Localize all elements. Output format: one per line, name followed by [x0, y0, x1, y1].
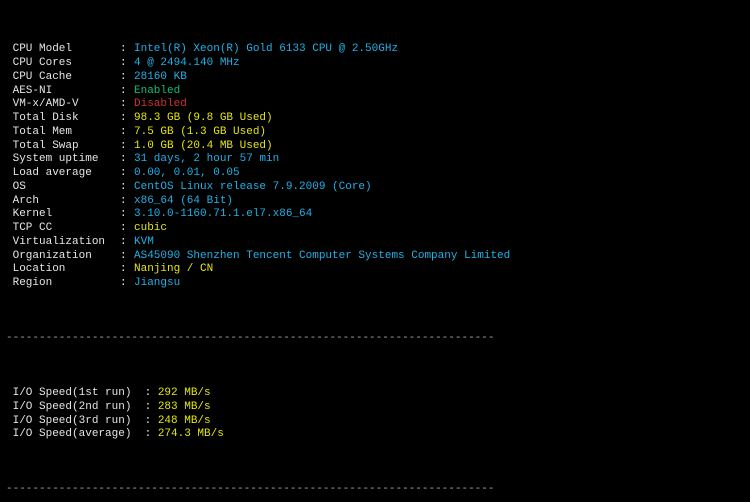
colon: : — [120, 208, 134, 222]
io-value: 292 MB/s — [158, 387, 211, 401]
info-label: Total Swap — [6, 140, 120, 154]
info-label: CPU Model — [6, 43, 120, 57]
info-row: System uptime : 31 days, 2 hour 57 min — [6, 153, 744, 167]
colon: : — [120, 263, 134, 277]
io-row: I/O Speed(3rd run) : 248 MB/s — [6, 415, 744, 429]
info-row: Total Swap : 1.0 GB (20.4 MB Used) — [6, 140, 744, 154]
colon: : — [120, 195, 134, 209]
info-value: CentOS Linux release 7.9.2009 (Core) — [134, 181, 372, 195]
colon: : — [120, 126, 134, 140]
colon: : — [120, 277, 134, 291]
info-row: Total Mem : 7.5 GB (1.3 GB Used) — [6, 126, 744, 140]
info-label: Total Mem — [6, 126, 120, 140]
io-label: I/O Speed(average) — [6, 428, 145, 442]
info-value: Nanjing / CN — [134, 263, 213, 277]
info-value: 4 @ 2494.140 MHz — [134, 57, 240, 71]
info-row: Arch : x86_64 (64 Bit) — [6, 195, 744, 209]
io-label: I/O Speed(3rd run) — [6, 415, 145, 429]
info-value: 98.3 GB (9.8 GB Used) — [134, 112, 273, 126]
io-label: I/O Speed(1st run) — [6, 387, 145, 401]
info-label: Virtualization — [6, 236, 120, 250]
info-label: CPU Cores — [6, 57, 120, 71]
info-label: Location — [6, 263, 120, 277]
colon: : — [120, 112, 134, 126]
info-value: Intel(R) Xeon(R) Gold 6133 CPU @ 2.50GHz — [134, 43, 398, 57]
info-row: Total Disk : 98.3 GB (9.8 GB Used) — [6, 112, 744, 126]
info-row: CPU Model : Intel(R) Xeon(R) Gold 6133 C… — [6, 43, 744, 57]
colon: : — [120, 71, 134, 85]
colon: : — [145, 428, 158, 442]
info-label: AES-NI — [6, 85, 120, 99]
colon: : — [145, 415, 158, 429]
info-value: x86_64 (64 Bit) — [134, 195, 233, 209]
info-value: 7.5 GB (1.3 GB Used) — [134, 126, 266, 140]
colon: : — [120, 181, 134, 195]
info-label: Kernel — [6, 208, 120, 222]
info-label: Total Disk — [6, 112, 120, 126]
system-info-block: CPU Model : Intel(R) Xeon(R) Gold 6133 C… — [6, 43, 744, 291]
info-value: 1.0 GB (20.4 MB Used) — [134, 140, 273, 154]
colon: : — [120, 140, 134, 154]
colon: : — [120, 167, 134, 181]
io-row: I/O Speed(average) : 274.3 MB/s — [6, 428, 744, 442]
info-label: VM-x/AMD-V — [6, 98, 120, 112]
io-speed-block: I/O Speed(1st run) : 292 MB/s I/O Speed(… — [6, 387, 744, 442]
colon: : — [120, 236, 134, 250]
io-value: 274.3 MB/s — [158, 428, 224, 442]
info-row: Virtualization : KVM — [6, 236, 744, 250]
io-value: 248 MB/s — [158, 415, 211, 429]
info-row: Location : Nanjing / CN — [6, 263, 744, 277]
info-row: VM-x/AMD-V : Disabled — [6, 98, 744, 112]
info-label: TCP CC — [6, 222, 120, 236]
io-label: I/O Speed(2nd run) — [6, 401, 145, 415]
info-value: 28160 KB — [134, 71, 187, 85]
info-row: Load average : 0.00, 0.01, 0.05 — [6, 167, 744, 181]
colon: : — [120, 250, 134, 264]
info-label: Region — [6, 277, 120, 291]
info-row: Region : Jiangsu — [6, 277, 744, 291]
info-row: TCP CC : cubic — [6, 222, 744, 236]
info-label: OS — [6, 181, 120, 195]
io-row: I/O Speed(1st run) : 292 MB/s — [6, 387, 744, 401]
terminal-output: CPU Model : Intel(R) Xeon(R) Gold 6133 C… — [0, 0, 750, 502]
divider: ----------------------------------------… — [6, 332, 744, 346]
info-value: Enabled — [134, 85, 180, 99]
info-row: Kernel : 3.10.0-1160.71.1.el7.x86_64 — [6, 208, 744, 222]
info-label: System uptime — [6, 153, 120, 167]
colon: : — [120, 222, 134, 236]
colon: : — [120, 43, 134, 57]
info-value: cubic — [134, 222, 167, 236]
info-value: Jiangsu — [134, 277, 180, 291]
info-value: 31 days, 2 hour 57 min — [134, 153, 279, 167]
info-label: Arch — [6, 195, 120, 209]
colon: : — [145, 387, 158, 401]
info-row: AES-NI : Enabled — [6, 85, 744, 99]
info-label: Load average — [6, 167, 120, 181]
info-label: Organization — [6, 250, 120, 264]
colon: : — [120, 153, 134, 167]
info-value: Disabled — [134, 98, 187, 112]
info-value: KVM — [134, 236, 154, 250]
colon: : — [120, 98, 134, 112]
io-value: 283 MB/s — [158, 401, 211, 415]
info-value: 0.00, 0.01, 0.05 — [134, 167, 240, 181]
info-value: AS45090 Shenzhen Tencent Computer System… — [134, 250, 510, 264]
info-value: 3.10.0-1160.71.1.el7.x86_64 — [134, 208, 312, 222]
info-label: CPU Cache — [6, 71, 120, 85]
info-row: Organization : AS45090 Shenzhen Tencent … — [6, 250, 744, 264]
colon: : — [145, 401, 158, 415]
io-row: I/O Speed(2nd run) : 283 MB/s — [6, 401, 744, 415]
info-row: OS : CentOS Linux release 7.9.2009 (Core… — [6, 181, 744, 195]
colon: : — [120, 57, 134, 71]
divider: ----------------------------------------… — [6, 483, 744, 497]
colon: : — [120, 85, 134, 99]
info-row: CPU Cores : 4 @ 2494.140 MHz — [6, 57, 744, 71]
info-row: CPU Cache : 28160 KB — [6, 71, 744, 85]
